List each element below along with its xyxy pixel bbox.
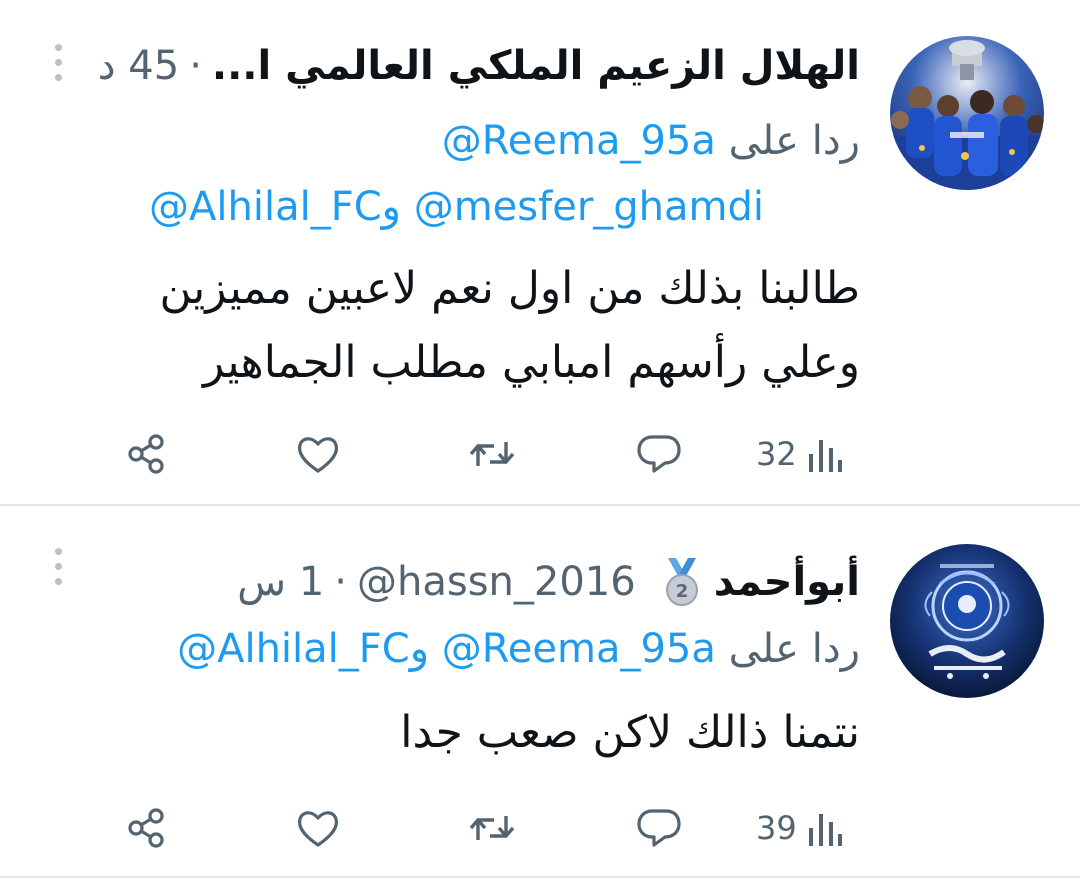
tweet-text-line: نتمنا ذالك لاكن صعب جدا [400, 707, 860, 758]
reply-bubble-icon [637, 435, 681, 473]
separator-dot: · [189, 43, 202, 89]
mention-link[interactable]: @Reema_95a [442, 626, 716, 672]
views-count: 32 [756, 435, 797, 473]
more-options-icon[interactable] [48, 548, 68, 588]
like-button[interactable] [296, 798, 340, 858]
tweet-text-line: وعلي رأسهم امبابي مطلب الجماهير [202, 337, 860, 388]
display-name[interactable]: الهلال الزعيم الملكي العالمي ا... [212, 43, 860, 89]
share-button[interactable] [126, 798, 168, 858]
alhilal-logo-icon [890, 544, 1044, 698]
retweet-icon [469, 442, 515, 466]
tweet-card[interactable]: أبوأحمد 2 @hassn_2016 · 1 س ردا على @Ree… [0, 506, 1080, 876]
views-button[interactable]: 39 [756, 798, 843, 858]
views-chart-icon [808, 440, 842, 472]
views-chart-icon [808, 814, 842, 846]
reply-prefix: ردا على [728, 118, 860, 164]
share-button[interactable] [126, 424, 168, 484]
views-count: 39 [756, 809, 797, 847]
like-button[interactable] [296, 424, 340, 484]
reply-bubble-icon [637, 809, 681, 847]
retweet-icon [469, 816, 515, 840]
mention-joiner: و [381, 184, 401, 230]
retweet-button[interactable] [468, 424, 516, 484]
avatar[interactable] [890, 544, 1044, 698]
reply-to-line: ردا على @Reema_95a [442, 118, 860, 164]
mention-link[interactable]: @mesfer_ghamdi [414, 184, 764, 230]
tweet-header: أبوأحمد 2 @hassn_2016 · 1 س [237, 556, 860, 608]
mention-link[interactable]: @Alhilal_FC [149, 184, 382, 230]
display-name[interactable]: أبوأحمد [714, 559, 860, 605]
share-icon [128, 808, 164, 848]
action-bar: 32 [0, 424, 1080, 484]
mention-link[interactable]: @Alhilal_FC [177, 626, 410, 672]
mention-joiner: و [409, 626, 430, 672]
tweet-header: الهلال الزعيم الملكي العالمي ا... · 45 د [98, 40, 860, 92]
medal-2-icon: 2 [665, 558, 698, 606]
reply-mentions-line: @mesfer_ghamdi و@Alhilal_FC [149, 184, 764, 230]
reply-button[interactable] [636, 798, 682, 858]
more-options-icon[interactable] [48, 44, 68, 84]
mention-link[interactable]: @Reema_95a [442, 118, 716, 164]
views-button[interactable]: 32 [756, 424, 843, 484]
svg-text:2: 2 [675, 581, 688, 602]
reply-to-line: ردا على @Reema_95a و@Alhilal_FC [177, 626, 860, 672]
heart-icon [297, 811, 339, 847]
timestamp[interactable]: 45 د [98, 43, 179, 89]
user-handle[interactable]: @hassn_2016 [357, 559, 636, 605]
avatar[interactable] [890, 36, 1044, 190]
separator-dot: · [334, 559, 348, 605]
heart-icon [297, 437, 339, 473]
reply-prefix: ردا على [728, 626, 860, 672]
tweet-card[interactable]: الهلال الزعيم الملكي العالمي ا... · 45 د… [0, 0, 1080, 506]
retweet-button[interactable] [468, 798, 516, 858]
tweet-text-line: طالبنا بذلك من اول نعم لاعبين مميزين [159, 263, 861, 314]
timestamp[interactable]: 1 س [237, 559, 324, 605]
team-photo-icon [890, 36, 1044, 190]
tweet-divider [0, 876, 1080, 878]
action-bar: 39 [0, 798, 1080, 858]
share-icon [128, 434, 164, 474]
reply-button[interactable] [636, 424, 682, 484]
